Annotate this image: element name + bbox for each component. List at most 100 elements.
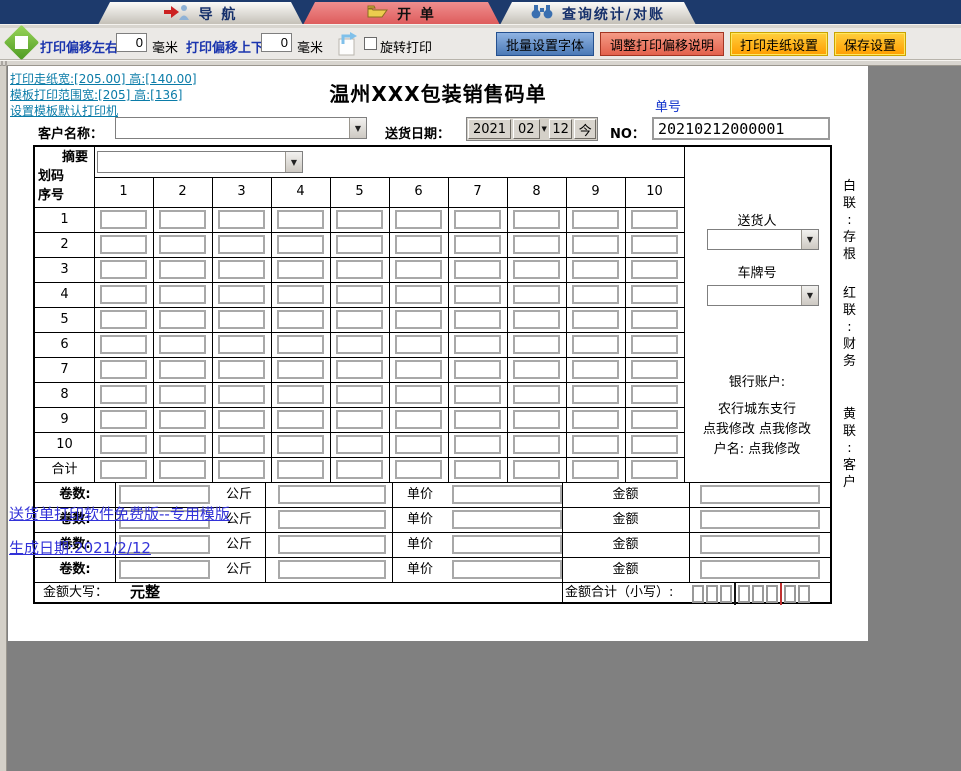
grid-cell-input[interactable] bbox=[277, 410, 324, 429]
grid-cell-input[interactable] bbox=[395, 285, 442, 304]
plate-number-combobox[interactable]: ▼ bbox=[707, 285, 819, 306]
chevron-down-icon[interactable]: ▼ bbox=[285, 152, 302, 172]
grid-cell-input[interactable] bbox=[159, 310, 206, 329]
grid-cell-input[interactable] bbox=[218, 310, 265, 329]
grid-cell-input[interactable] bbox=[572, 360, 619, 379]
kg-input[interactable] bbox=[278, 535, 386, 554]
paper-size-link[interactable]: 打印走纸宽:[205.00] 高:[140.00] bbox=[10, 70, 197, 87]
grid-cell-input[interactable] bbox=[513, 260, 560, 279]
grid-cell-input[interactable] bbox=[631, 210, 678, 229]
grid-cell-input[interactable] bbox=[631, 235, 678, 254]
grid-cell-input[interactable] bbox=[100, 310, 147, 329]
tab-query-statistics[interactable]: 查询统计/对账 bbox=[500, 2, 696, 25]
grid-cell-input[interactable] bbox=[336, 235, 383, 254]
summary-combobox[interactable]: ▼ bbox=[97, 151, 303, 173]
date-day-button[interactable]: 12 bbox=[548, 119, 573, 139]
grid-cell-input[interactable] bbox=[336, 310, 383, 329]
grid-cell-input[interactable] bbox=[513, 210, 560, 229]
grid-cell-input[interactable] bbox=[572, 310, 619, 329]
grid-cell-input[interactable] bbox=[336, 410, 383, 429]
grid-cell-input[interactable] bbox=[631, 260, 678, 279]
template-range-link[interactable]: 模板打印范围宽:[205] 高:[136] bbox=[10, 86, 182, 103]
grid-cell-input[interactable] bbox=[454, 360, 501, 379]
grid-cell-input[interactable] bbox=[277, 360, 324, 379]
grid-cell-input[interactable] bbox=[454, 260, 501, 279]
grid-cell-input[interactable] bbox=[277, 210, 324, 229]
grid-cell-input[interactable] bbox=[631, 435, 678, 454]
chevron-down-icon[interactable]: ▼ bbox=[801, 230, 818, 249]
grid-cell-input[interactable] bbox=[572, 410, 619, 429]
grid-cell-input[interactable] bbox=[100, 435, 147, 454]
unit-price-input[interactable] bbox=[452, 535, 562, 554]
chevron-down-icon[interactable]: ▼ bbox=[801, 286, 818, 305]
grid-cell-input[interactable] bbox=[513, 410, 560, 429]
amount-input[interactable] bbox=[700, 510, 820, 529]
grid-cell-input[interactable] bbox=[513, 310, 560, 329]
grid-cell-input[interactable] bbox=[395, 385, 442, 404]
grid-cell-input[interactable] bbox=[395, 460, 442, 479]
grid-cell-input[interactable] bbox=[631, 285, 678, 304]
grid-cell-input[interactable] bbox=[631, 335, 678, 354]
grid-cell-input[interactable] bbox=[100, 210, 147, 229]
grid-cell-input[interactable] bbox=[100, 360, 147, 379]
grid-cell-input[interactable] bbox=[218, 460, 265, 479]
grid-cell-input[interactable] bbox=[513, 235, 560, 254]
grid-cell-input[interactable] bbox=[395, 310, 442, 329]
bank-edit-links[interactable]: 点我修改 点我修改 bbox=[684, 418, 830, 437]
grid-cell-input[interactable] bbox=[100, 335, 147, 354]
grid-cell-input[interactable] bbox=[336, 285, 383, 304]
grid-cell-input[interactable] bbox=[336, 260, 383, 279]
date-today-button[interactable]: 今 bbox=[574, 119, 596, 139]
grid-cell-input[interactable] bbox=[277, 260, 324, 279]
grid-cell-input[interactable] bbox=[277, 435, 324, 454]
customer-combobox[interactable]: ▼ bbox=[115, 117, 367, 139]
grid-cell-input[interactable] bbox=[159, 335, 206, 354]
grid-cell-input[interactable] bbox=[395, 335, 442, 354]
offset-lr-input[interactable] bbox=[116, 33, 147, 52]
grid-cell-input[interactable] bbox=[395, 360, 442, 379]
date-month-button[interactable]: 02 bbox=[513, 119, 540, 139]
kg-input[interactable] bbox=[278, 485, 386, 504]
grid-cell-input[interactable] bbox=[336, 385, 383, 404]
adjust-offset-help-button[interactable]: 调整打印偏移说明 bbox=[600, 32, 725, 56]
grid-cell-input[interactable] bbox=[159, 385, 206, 404]
amount-input[interactable] bbox=[700, 560, 820, 579]
grid-cell-input[interactable] bbox=[513, 285, 560, 304]
grid-cell-input[interactable] bbox=[336, 360, 383, 379]
grid-cell-input[interactable] bbox=[336, 210, 383, 229]
amount-digit-cell[interactable] bbox=[706, 585, 718, 603]
unit-price-input[interactable] bbox=[452, 510, 562, 529]
grid-cell-input[interactable] bbox=[100, 460, 147, 479]
kg-input[interactable] bbox=[278, 560, 386, 579]
grid-cell-input[interactable] bbox=[572, 435, 619, 454]
account-name-link[interactable]: 户名: 点我修改 bbox=[684, 438, 830, 457]
unit-price-input[interactable] bbox=[452, 560, 562, 579]
grid-cell-input[interactable] bbox=[572, 235, 619, 254]
date-year-button[interactable]: 2021 bbox=[468, 119, 512, 139]
amount-digit-cell[interactable] bbox=[692, 585, 704, 603]
offset-ud-input[interactable] bbox=[261, 33, 292, 52]
amount-digit-cell[interactable] bbox=[738, 585, 750, 603]
grid-cell-input[interactable] bbox=[218, 210, 265, 229]
paper-feed-settings-button[interactable]: 打印走纸设置 bbox=[730, 32, 829, 56]
amount-digit-cell[interactable] bbox=[752, 585, 764, 603]
grid-cell-input[interactable] bbox=[513, 460, 560, 479]
grid-cell-input[interactable] bbox=[336, 460, 383, 479]
amount-input[interactable] bbox=[700, 485, 820, 504]
unit-price-input[interactable] bbox=[452, 485, 562, 504]
grid-cell-input[interactable] bbox=[454, 310, 501, 329]
amount-input[interactable] bbox=[700, 535, 820, 554]
grid-cell-input[interactable] bbox=[631, 360, 678, 379]
tab-navigation[interactable]: 导 航 bbox=[98, 2, 303, 25]
grid-cell-input[interactable] bbox=[572, 210, 619, 229]
grid-cell-input[interactable] bbox=[100, 285, 147, 304]
roll-count-input[interactable] bbox=[119, 560, 210, 579]
grid-cell-input[interactable] bbox=[159, 235, 206, 254]
grid-cell-input[interactable] bbox=[513, 385, 560, 404]
grid-cell-input[interactable] bbox=[454, 285, 501, 304]
grid-cell-input[interactable] bbox=[100, 385, 147, 404]
grid-cell-input[interactable] bbox=[454, 235, 501, 254]
grid-cell-input[interactable] bbox=[631, 385, 678, 404]
grid-cell-input[interactable] bbox=[454, 410, 501, 429]
grid-cell-input[interactable] bbox=[159, 360, 206, 379]
